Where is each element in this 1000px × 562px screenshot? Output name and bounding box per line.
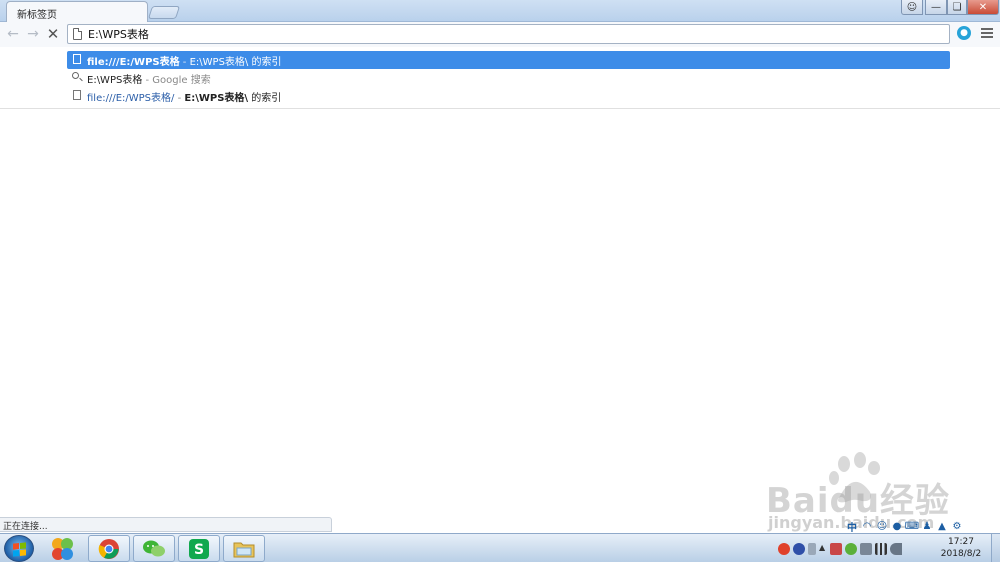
app-logo-icon bbox=[52, 537, 73, 560]
suggestion-description: E:\WPS表格\ 的索引 bbox=[189, 57, 282, 68]
forward-arrow-icon[interactable]: → bbox=[24, 25, 42, 43]
ime-language-label[interactable]: 中 bbox=[846, 520, 858, 534]
search-icon bbox=[72, 72, 79, 79]
menu-icon[interactable] bbox=[981, 26, 993, 40]
ime-user-icon[interactable]: ♟ bbox=[921, 520, 933, 532]
taskbar-app-wechat[interactable] bbox=[133, 535, 175, 562]
device-icon[interactable] bbox=[860, 543, 872, 555]
system-tray: ▲ bbox=[778, 537, 902, 561]
notification-icon[interactable] bbox=[808, 543, 816, 555]
tab-title: 新标签页 bbox=[17, 10, 57, 21]
maximize-button[interactable]: ❏ bbox=[947, 0, 967, 15]
suggestion-description: Google 搜索 bbox=[152, 75, 211, 86]
page-icon bbox=[73, 90, 81, 100]
chevron-up-icon[interactable]: ▲ bbox=[819, 543, 827, 555]
ime-settings-icon[interactable]: ⚙ bbox=[951, 520, 963, 532]
back-arrow-icon[interactable]: ← bbox=[4, 25, 22, 43]
volume-icon[interactable] bbox=[890, 543, 902, 555]
extension-icon[interactable]: ● bbox=[957, 26, 971, 40]
windows-logo-icon bbox=[13, 542, 26, 557]
ime-toolbar: 中 ◠ ☺ ● ⌨ ♟ ▲ ⚙ bbox=[846, 520, 963, 534]
taskbar-app-chrome[interactable] bbox=[88, 535, 130, 562]
suggestion-url: file:///E:/WPS表格/ bbox=[87, 93, 175, 104]
suggestion-item[interactable]: file:///E:/WPS表格/ - E:\WPS表格\ 的索引 bbox=[67, 87, 950, 105]
update-icon[interactable] bbox=[845, 543, 857, 555]
help-icon[interactable] bbox=[793, 543, 805, 555]
suggestion-query: E:\WPS表格 bbox=[87, 75, 143, 86]
close-button[interactable]: ✕ bbox=[967, 0, 999, 15]
suggestion-url: file:///E:/WPS表格 bbox=[87, 57, 180, 68]
sogou-ime-icon[interactable] bbox=[778, 543, 790, 555]
show-desktop-button[interactable] bbox=[991, 534, 1000, 562]
title-bar: 新标签页 ☺ — ❏ ✕ bbox=[0, 0, 1000, 22]
taskbar-app-colorful[interactable] bbox=[41, 535, 83, 562]
stop-icon[interactable]: ✕ bbox=[44, 25, 62, 43]
status-bubble: 正在连接... bbox=[0, 517, 332, 532]
address-bar[interactable]: E:\WPS表格 bbox=[67, 24, 950, 44]
user-icon[interactable]: ☺ bbox=[901, 0, 923, 15]
ime-skin-icon[interactable]: ▲ bbox=[936, 520, 948, 532]
wechat-icon bbox=[143, 540, 165, 556]
suggestion-item[interactable]: file:///E:/WPS表格 - E:\WPS表格\ 的索引 bbox=[67, 51, 950, 69]
new-tab-button[interactable] bbox=[147, 6, 181, 19]
security-icon[interactable] bbox=[830, 543, 842, 555]
suggestion-item[interactable]: E:\WPS表格 - Google 搜索 bbox=[67, 69, 950, 87]
taskbar-app-wps-spreadsheet[interactable]: S bbox=[178, 535, 220, 562]
folder-icon bbox=[233, 542, 255, 557]
start-button[interactable] bbox=[4, 535, 34, 562]
tab-new-tab[interactable]: 新标签页 bbox=[6, 1, 148, 22]
taskbar: S ▲ 中 ◠ ☺ ● ⌨ ♟ ▲ ⚙ 17:27 2018/8/2 bbox=[0, 521, 1000, 562]
clock-time: 17:27 bbox=[948, 537, 974, 547]
ime-mic-icon[interactable]: ● bbox=[891, 520, 903, 532]
ime-punctuation-icon[interactable]: ◠ bbox=[861, 520, 873, 532]
svg-text:S: S bbox=[194, 542, 204, 558]
page-icon bbox=[73, 28, 82, 40]
omnibox-suggestions: file:///E:/WPS表格 - E:\WPS表格\ 的索引 E:\WPS表… bbox=[0, 47, 1000, 109]
ime-keyboard-icon[interactable]: ⌨ bbox=[905, 520, 919, 532]
suggestion-separator: - bbox=[179, 57, 190, 68]
minimize-button[interactable]: — bbox=[925, 0, 947, 15]
browser-toolbar: ← → ✕ E:\WPS表格 ● bbox=[0, 22, 1000, 47]
clock-date: 2018/8/2 bbox=[940, 549, 982, 559]
suggestion-separator: - bbox=[174, 93, 185, 104]
network-signal-icon[interactable] bbox=[875, 543, 887, 555]
suggestion-description-rest: 的索引 bbox=[248, 93, 282, 104]
address-bar-value: E:\WPS表格 bbox=[88, 28, 149, 41]
suggestion-separator: - bbox=[142, 75, 153, 86]
chrome-icon bbox=[98, 538, 119, 559]
ime-emoji-icon[interactable]: ☺ bbox=[876, 520, 888, 532]
clock[interactable]: 17:27 2018/8/2 bbox=[936, 536, 986, 560]
suggestion-description: E:\WPS表格\ bbox=[184, 93, 249, 104]
taskbar-app-explorer[interactable] bbox=[223, 535, 265, 562]
page-icon bbox=[73, 54, 81, 64]
wps-spreadsheet-icon: S bbox=[189, 538, 209, 559]
